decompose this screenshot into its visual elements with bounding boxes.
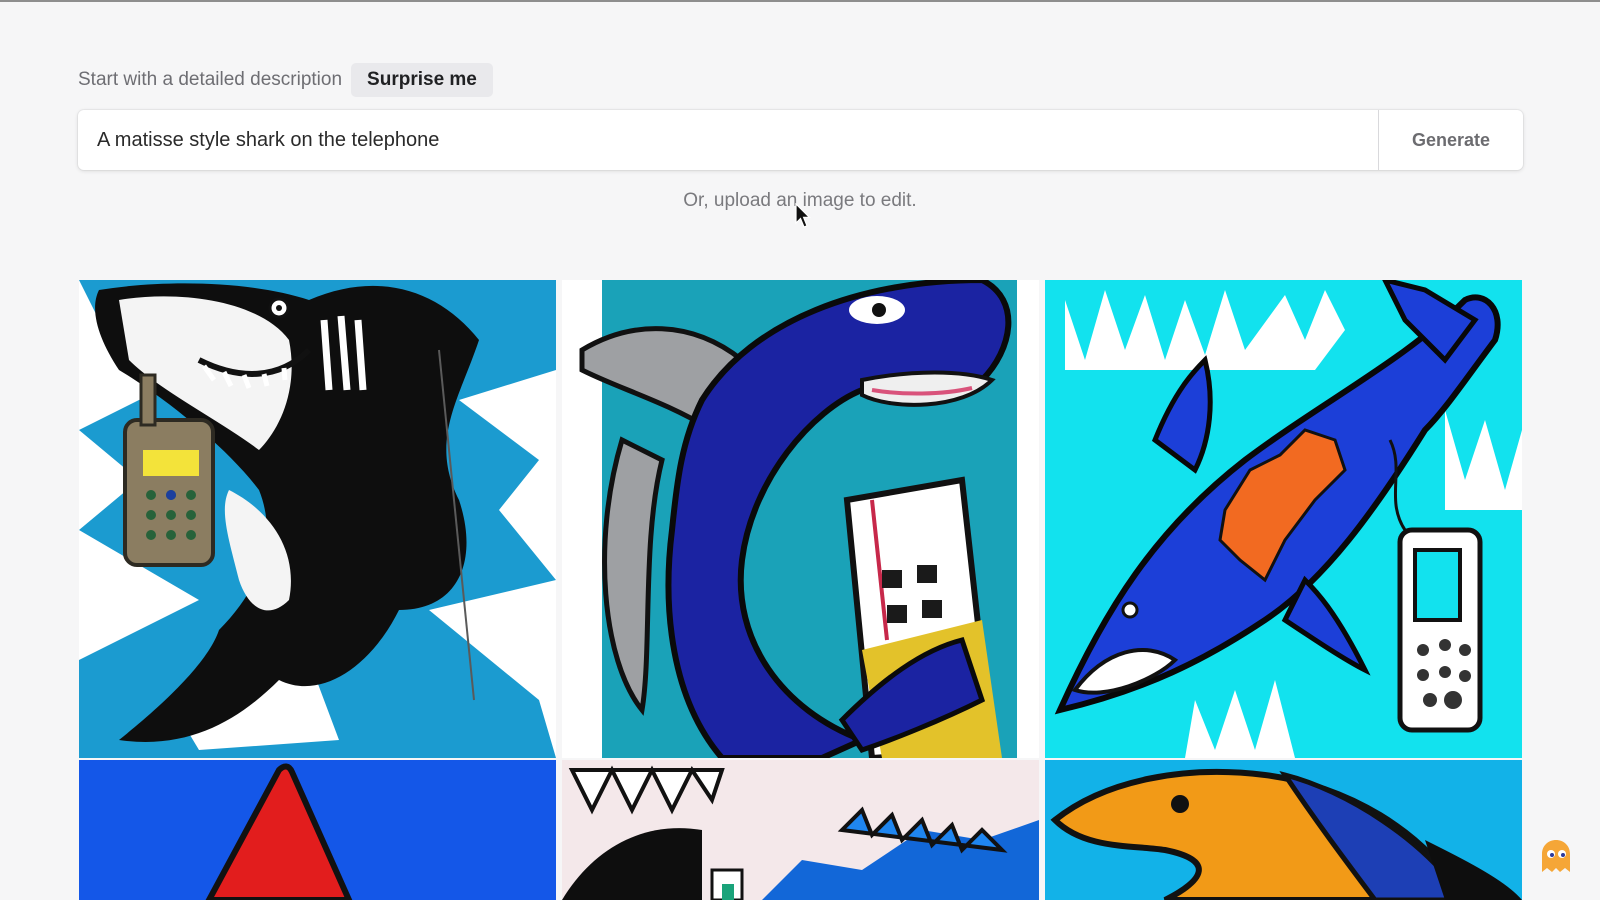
prompt-label: Start with a detailed description xyxy=(78,69,343,90)
result-image-1[interactable] xyxy=(79,280,556,758)
prompt-input[interactable] xyxy=(78,110,1378,170)
shark-phone-illustration xyxy=(79,280,556,758)
cyan-shark-illustration xyxy=(1045,280,1522,758)
result-image-3[interactable] xyxy=(1045,280,1522,758)
blue-shark-illustration xyxy=(562,280,1039,758)
surprise-me-button[interactable]: Surprise me xyxy=(351,63,493,97)
result-image-6[interactable] xyxy=(1045,760,1522,900)
result-image-5[interactable] xyxy=(562,760,1039,900)
orange-fish-illustration xyxy=(1045,760,1522,900)
result-image-2[interactable] xyxy=(562,280,1039,758)
arrow-cursor-icon xyxy=(795,203,811,228)
red-fin-illustration xyxy=(79,760,556,900)
zigzag-shark-illustration xyxy=(562,760,1039,900)
generate-button[interactable]: Generate xyxy=(1379,110,1523,170)
top-divider xyxy=(0,0,1600,2)
result-image-4[interactable] xyxy=(79,760,556,900)
ghost-mascot-icon[interactable] xyxy=(1538,838,1574,874)
prompt-bar: Generate xyxy=(78,110,1523,170)
prompt-header: Start with a detailed description Surpri… xyxy=(78,63,493,97)
